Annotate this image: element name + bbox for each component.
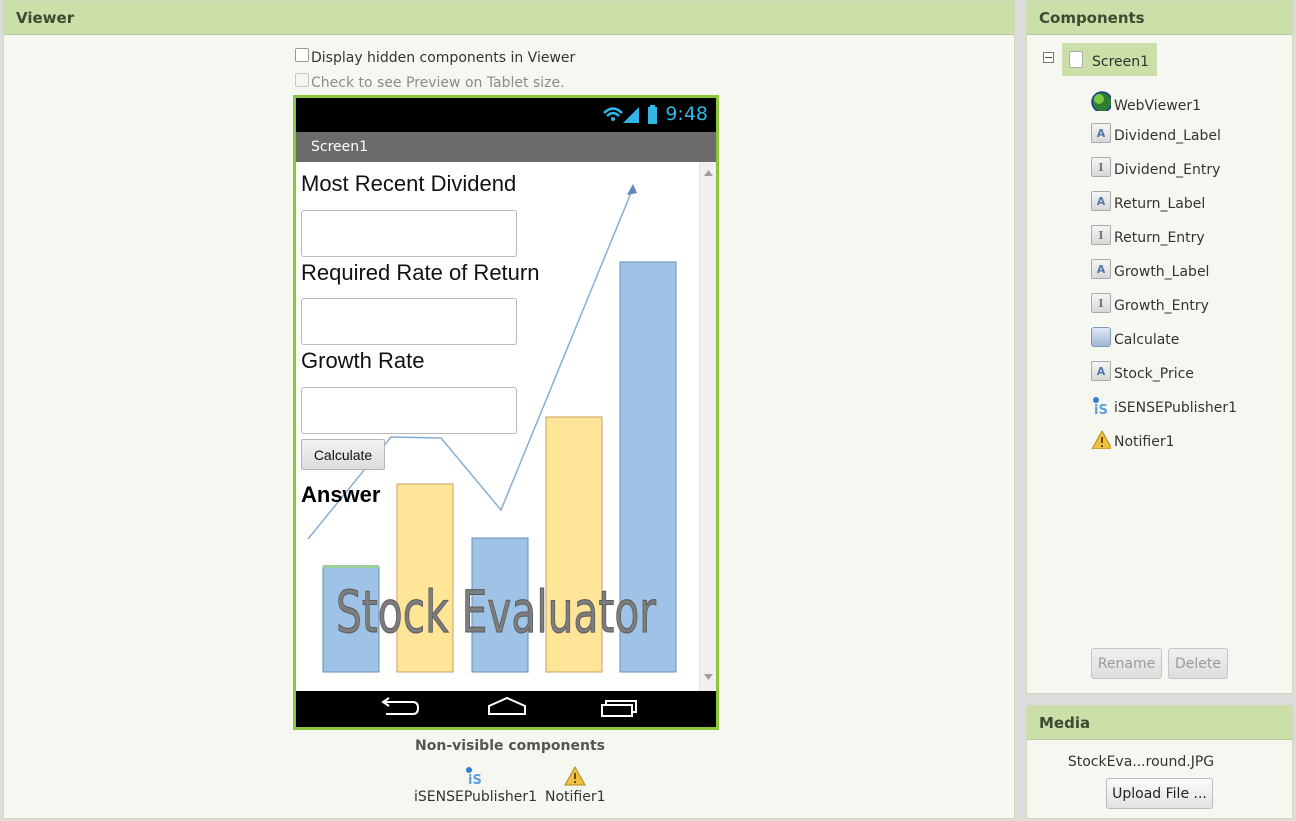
- growth-entry[interactable]: [301, 387, 517, 434]
- media-file[interactable]: StockEva...round.JPG: [1026, 754, 1256, 770]
- isense-icon: iS: [1093, 397, 1108, 415]
- background-title: Stock Evaluator: [336, 578, 656, 646]
- tree-item-calculate[interactable]: Calculate: [1091, 326, 1179, 348]
- non-visible-isense: iS iSENSEPublisher1: [414, 765, 538, 805]
- button-icon: [1091, 327, 1111, 347]
- textbox-icon: I: [1091, 293, 1111, 313]
- tree-item-label: Growth_Entry: [1114, 298, 1209, 314]
- globe-icon: [1091, 91, 1111, 111]
- non-visible-isense-label: iSENSEPublisher1: [414, 789, 538, 805]
- answer-label: Answer: [301, 482, 381, 507]
- tree-item-label: Dividend_Label: [1114, 128, 1221, 144]
- label-icon: A: [1091, 361, 1111, 381]
- non-visible-notifier-label: Notifier1: [545, 789, 606, 805]
- delete-button[interactable]: Delete: [1168, 648, 1228, 679]
- isense-icon: iS: [466, 767, 482, 787]
- tree-item-label: Stock_Price: [1114, 366, 1194, 382]
- trend-arrowhead: [627, 184, 637, 195]
- tree-item-label: Screen1: [1092, 53, 1150, 70]
- nav-bar: [296, 691, 716, 727]
- signal-icons: [603, 105, 657, 124]
- warning-icon: [564, 765, 586, 786]
- tree-item-label: Notifier1: [1114, 434, 1175, 450]
- scrollbar[interactable]: [699, 162, 716, 691]
- svg-text:iS: iS: [1094, 403, 1108, 415]
- tree-item-notifier1[interactable]: Notifier1: [1091, 428, 1175, 450]
- recents-icon[interactable]: [601, 700, 637, 717]
- rename-button[interactable]: Rename: [1091, 648, 1162, 679]
- bar-1-cap: [323, 565, 379, 568]
- phone-preview: 9:48 Screen1 Stock Evaluator Most Recent…: [293, 95, 719, 730]
- clock: 9:48: [665, 103, 708, 125]
- tree-item-stock-price[interactable]: A Stock_Price: [1091, 360, 1194, 382]
- scroll-up-icon: [704, 170, 713, 176]
- tree-item-label: Return_Label: [1114, 196, 1206, 212]
- upload-file-button[interactable]: Upload File ...: [1106, 778, 1213, 809]
- tree-item-dividend-label[interactable]: A Dividend_Label: [1091, 122, 1221, 144]
- tablet-preview-label: Check to see Preview on Tablet size.: [311, 75, 565, 91]
- scroll-down-icon: [704, 674, 713, 680]
- growth-label: Growth Rate: [301, 348, 425, 373]
- components-title: Components: [1027, 1, 1292, 35]
- viewer-title: Viewer: [4, 1, 1014, 35]
- tree-item-label: Return_Entry: [1114, 230, 1205, 246]
- svg-text:iS: iS: [468, 773, 482, 787]
- back-icon[interactable]: [381, 697, 420, 715]
- return-entry[interactable]: [301, 298, 517, 345]
- tree-item-webviewer1[interactable]: WebViewer1: [1091, 88, 1201, 114]
- collapse-toggle-icon[interactable]: −: [1043, 52, 1054, 63]
- tree-item-label: iSENSEPublisher1: [1114, 400, 1238, 416]
- tree-item-label: WebViewer1: [1114, 98, 1202, 114]
- label-icon: A: [1091, 191, 1111, 211]
- warning-icon: [1091, 429, 1111, 449]
- tree-item-growth-label[interactable]: A Growth_Label: [1091, 258, 1209, 280]
- screen-title-bar: Screen1: [296, 132, 716, 162]
- label-icon: A: [1091, 123, 1111, 143]
- tree-item-return-entry[interactable]: I Return_Entry: [1091, 224, 1205, 246]
- tree-item-dividend-entry[interactable]: I Dividend_Entry: [1091, 156, 1220, 178]
- tree-item-label: Growth_Label: [1114, 264, 1210, 280]
- tree-item-growth-entry[interactable]: I Growth_Entry: [1091, 292, 1209, 314]
- tree-item-label: Calculate: [1114, 332, 1180, 348]
- screen-icon: [1069, 51, 1083, 68]
- textbox-icon: I: [1091, 225, 1111, 245]
- non-visible-title: Non-visible components: [415, 738, 605, 754]
- tablet-preview-checkbox[interactable]: [295, 73, 309, 87]
- screen-content: Stock Evaluator Most Recent Dividend Req…: [296, 162, 716, 691]
- textbox-icon: I: [1091, 157, 1111, 177]
- media-title: Media: [1027, 706, 1292, 740]
- display-hidden-row[interactable]: Display hidden components in Viewer: [295, 48, 576, 66]
- label-icon: A: [1091, 259, 1111, 279]
- tree-item-isensepublisher1[interactable]: iS iSENSEPublisher1: [1091, 394, 1237, 416]
- status-bar: 9:48: [296, 98, 716, 132]
- tree-item-label: Dividend_Entry: [1114, 162, 1221, 178]
- display-hidden-label: Display hidden components in Viewer: [311, 50, 576, 66]
- calculate-button[interactable]: Calculate: [301, 439, 385, 470]
- home-icon[interactable]: [488, 696, 526, 715]
- display-hidden-checkbox[interactable]: [295, 48, 309, 62]
- tablet-preview-row[interactable]: Check to see Preview on Tablet size.: [295, 73, 565, 91]
- tree-item-return-label[interactable]: A Return_Label: [1091, 190, 1205, 212]
- dividend-label: Most Recent Dividend: [301, 171, 517, 196]
- non-visible-notifier: Notifier1: [545, 765, 606, 805]
- dividend-entry[interactable]: [301, 210, 517, 257]
- return-label: Required Rate of Return: [301, 260, 540, 285]
- tree-item-screen1[interactable]: Screen1: [1062, 43, 1158, 76]
